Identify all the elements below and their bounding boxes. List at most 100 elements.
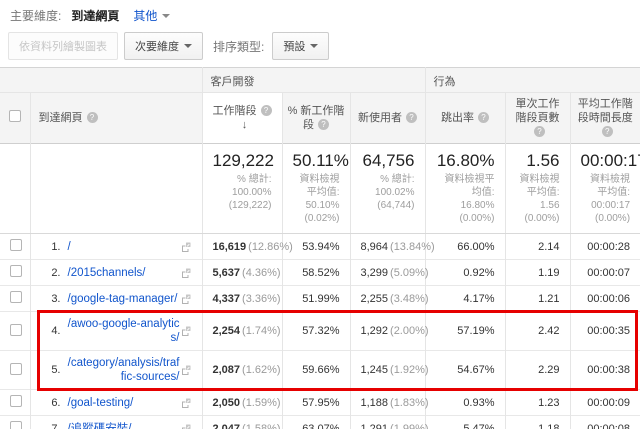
landing-page-link[interactable]: /category/analysis/traffic-sources/ — [68, 356, 180, 384]
primary-dimension-label: 主要維度: — [10, 7, 61, 24]
pages-per-session-value: 2.29 — [538, 364, 559, 376]
sessions-value: 5,637 — [213, 267, 241, 279]
table-row: 7. /追蹤碼安裝/ 2,047(1.58%) 63.07% 1,291(1.9… — [0, 416, 640, 429]
header-pages-per-session[interactable]: 單次工作階段頁數? — [505, 93, 570, 144]
table-row: 1. / 16,619(12.86%) 53.94% 8,964(13.84%)… — [0, 234, 640, 260]
select-all-checkbox[interactable] — [9, 110, 21, 122]
sessions-value: 2,047 — [213, 423, 241, 429]
bounce-rate-value: 57.19% — [457, 325, 494, 337]
help-icon[interactable]: ? — [318, 119, 329, 130]
help-icon[interactable]: ? — [478, 112, 489, 123]
sessions-value: 16,619 — [213, 241, 247, 253]
pct-new-sessions-value: 63.07% — [302, 423, 339, 429]
header-sessions[interactable]: 工作階段?↓ — [202, 93, 282, 144]
row-checkbox[interactable] — [10, 395, 22, 407]
sessions-percent: (1.74%) — [242, 325, 281, 337]
row-checkbox[interactable] — [10, 265, 22, 277]
sort-type-label: 排序類型: — [213, 38, 264, 55]
pct-new-sessions-value: 59.66% — [302, 364, 339, 376]
row-checkbox[interactable] — [10, 363, 22, 375]
sessions-percent: (1.62%) — [242, 364, 281, 376]
new-users-value: 1,291 — [361, 423, 389, 429]
open-in-new-window-icon[interactable] — [180, 293, 192, 305]
landing-page-link[interactable]: /goal-testing/ — [68, 396, 134, 410]
header-new-users[interactable]: 新使用者? — [350, 93, 425, 144]
new-users-percent: (5.09%) — [390, 267, 429, 279]
new-users-value: 8,964 — [361, 241, 389, 253]
open-in-new-window-icon[interactable] — [180, 325, 192, 337]
report-toolbar: 依資料列繪製圖表 次要維度 排序類型: 預設 — [0, 27, 640, 67]
chevron-down-icon — [184, 44, 192, 48]
row-checkbox[interactable] — [10, 291, 22, 303]
open-in-new-window-icon[interactable] — [180, 397, 192, 409]
pct-new-sessions-value: 51.99% — [302, 293, 339, 305]
sessions-value: 2,254 — [213, 325, 241, 337]
pct-new-sessions-value: 57.32% — [302, 325, 339, 337]
summary-bounce-rate: 16.80%資料檢視平均值: 16.80% (0.00%) — [425, 144, 505, 234]
row-number: 4. — [41, 325, 61, 337]
new-users-percent: (13.84%) — [390, 241, 435, 253]
row-number: 2. — [41, 267, 61, 279]
open-in-new-window-icon[interactable] — [180, 423, 192, 429]
column-group-row: 客戶開發 行為 — [0, 68, 640, 93]
row-checkbox[interactable] — [10, 324, 22, 336]
open-in-new-window-icon[interactable] — [180, 241, 192, 253]
bounce-rate-value: 54.67% — [457, 364, 494, 376]
open-in-new-window-icon[interactable] — [180, 364, 192, 376]
landing-page-link[interactable]: /追蹤碼安裝/ — [68, 422, 132, 429]
landing-page-link[interactable]: / — [68, 240, 71, 254]
primary-dimension-selected[interactable]: 到達網頁 — [71, 7, 119, 24]
row-number: 6. — [41, 397, 61, 409]
help-icon[interactable]: ? — [261, 105, 272, 116]
avg-session-duration-value: 00:00:35 — [587, 325, 630, 337]
new-users-value: 1,245 — [361, 364, 389, 376]
bounce-rate-value: 4.17% — [463, 293, 494, 305]
header-landing-page[interactable]: 到達網頁? — [30, 93, 202, 144]
secondary-dimension-button[interactable]: 次要維度 — [124, 32, 203, 60]
bounce-rate-value: 5.47% — [463, 423, 494, 429]
avg-session-duration-value: 00:00:06 — [587, 293, 630, 305]
report-table: 客戶開發 行為 到達網頁? 工作階段?↓ % 新工作階段? 新使用者? 跳出率?… — [0, 67, 640, 429]
summary-avg-session-duration: 00:00:17資料檢視平均值: 00:00:17 (0.00%) — [570, 144, 640, 234]
row-checkbox[interactable] — [10, 421, 22, 429]
sort-descending-icon: ↓ — [242, 119, 248, 131]
bounce-rate-value: 0.92% — [463, 267, 494, 279]
help-icon[interactable]: ? — [87, 112, 98, 123]
plot-rows-button: 依資料列繪製圖表 — [8, 32, 118, 60]
summary-sessions: 129,222% 總計: 100.00% (129,222) — [202, 144, 282, 234]
pages-per-session-value: 1.19 — [538, 267, 559, 279]
header-bounce-rate[interactable]: 跳出率? — [425, 93, 505, 144]
new-users-value: 2,255 — [361, 293, 389, 305]
help-icon[interactable]: ? — [406, 112, 417, 123]
sessions-value: 2,050 — [213, 397, 241, 409]
landing-page-link[interactable]: /2015channels/ — [68, 266, 146, 280]
landing-page-link[interactable]: /awoo-google-analytics/ — [68, 317, 180, 345]
help-icon[interactable]: ? — [602, 126, 613, 137]
pct-new-sessions-value: 57.95% — [302, 397, 339, 409]
new-users-percent: (1.83%) — [390, 397, 429, 409]
chevron-down-icon — [310, 44, 318, 48]
new-users-value: 1,292 — [361, 325, 389, 337]
summary-pct-new-sessions: 50.11%資料檢視平均值: 50.10% (0.02%) — [282, 144, 350, 234]
pages-per-session-value: 1.23 — [538, 397, 559, 409]
landing-page-link[interactable]: /google-tag-manager/ — [68, 292, 178, 306]
pages-per-session-value: 1.21 — [538, 293, 559, 305]
help-icon[interactable]: ? — [534, 126, 545, 137]
header-avg-session-duration[interactable]: 平均工作階段時間長度? — [570, 93, 640, 144]
row-checkbox[interactable] — [10, 239, 22, 251]
row-number: 7. — [41, 423, 61, 429]
pct-new-sessions-value: 53.94% — [302, 241, 339, 253]
pct-new-sessions-value: 58.52% — [302, 267, 339, 279]
summary-pages-per-session: 1.56資料檢視平均值: 1.56 (0.00%) — [505, 144, 570, 234]
other-dimensions-link[interactable]: 其他 — [133, 7, 170, 24]
group-behavior: 行為 — [425, 68, 640, 93]
sessions-percent: (1.59%) — [242, 397, 281, 409]
header-pct-new-sessions[interactable]: % 新工作階段? — [282, 93, 350, 144]
summary-row: 129,222% 總計: 100.00% (129,222) 50.11%資料檢… — [0, 144, 640, 234]
row-number: 5. — [41, 364, 61, 376]
sort-type-dropdown[interactable]: 預設 — [272, 32, 329, 60]
new-users-percent: (2.00%) — [390, 325, 429, 337]
table-row: 2. /2015channels/ 5,637(4.36%) 58.52% 3,… — [0, 260, 640, 286]
open-in-new-window-icon[interactable] — [180, 267, 192, 279]
pages-per-session-value: 1.18 — [538, 423, 559, 429]
